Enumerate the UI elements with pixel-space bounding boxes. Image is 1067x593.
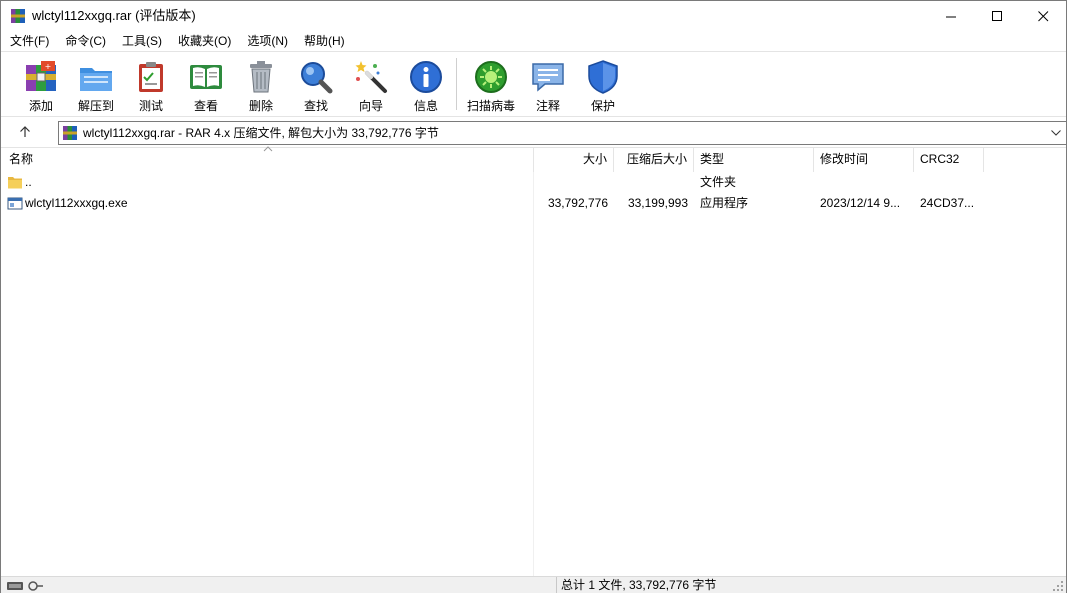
status-divider (556, 577, 557, 593)
winrar-app-icon (11, 9, 25, 23)
test-button[interactable]: 测试 (123, 57, 179, 115)
virus-scan-icon (475, 61, 507, 93)
svg-text:+: + (45, 62, 52, 71)
file-crc: 24CD37... (920, 196, 975, 210)
wizard-button[interactable]: 向导 (343, 57, 399, 115)
list-header: 名称 大小 压缩后大小 类型 修改时间 CRC32 (1, 146, 1066, 172)
virus-scan-button[interactable]: 扫描病毒 (463, 57, 519, 115)
resize-grip-icon[interactable] (1052, 580, 1064, 592)
title-bar[interactable]: wlctyl112xxgq.rar (评估版本) (1, 1, 1066, 31)
info-label: 信息 (413, 99, 438, 113)
file-crc (920, 172, 982, 193)
rar-archive-icon (63, 126, 77, 140)
minimize-icon (945, 16, 956, 17)
add-button[interactable]: + 添加 (13, 57, 69, 115)
maximize-button[interactable] (974, 1, 1020, 31)
menu-commands[interactable]: 命令(C) (56, 31, 113, 51)
magic-wand-icon (355, 61, 387, 93)
chevron-down-icon (1051, 130, 1061, 136)
column-header-packed[interactable]: 压缩后大小 (614, 148, 694, 172)
column-header-name[interactable]: 名称 (3, 148, 534, 172)
column-header-size[interactable]: 大小 (534, 148, 614, 172)
info-icon (410, 61, 442, 93)
maximize-icon (991, 10, 1002, 21)
menu-help[interactable]: 帮助(H) (295, 31, 352, 51)
magnifier-icon (301, 62, 333, 94)
menu-bar: 文件(F) 命令(C) 工具(S) 收藏夹(O) 选项(N) 帮助(H) (1, 31, 1066, 51)
winrar-window: wlctyl112xxgq.rar (评估版本) 文件(F) 命令(C) 工具(… (0, 0, 1067, 593)
add-archive-icon: + (26, 61, 56, 91)
delete-button[interactable]: 删除 (233, 57, 289, 115)
address-path: wlctyl112xxgq.rar - RAR 4.x 压缩文件, 解包大小为 … (83, 126, 439, 140)
close-icon (1037, 10, 1048, 21)
test-clipboard-icon (139, 62, 163, 92)
trash-icon (250, 61, 272, 93)
file-type: 文件夹 (700, 175, 737, 189)
file-packed-size (614, 172, 688, 193)
address-row: wlctyl112xxgq.rar - RAR 4.x 压缩文件, 解包大小为 … (1, 116, 1067, 146)
protect-button[interactable]: 保护 (575, 57, 631, 115)
view-book-icon (190, 65, 222, 89)
menu-tools[interactable]: 工具(S) (113, 31, 169, 51)
info-button[interactable]: 信息 (398, 57, 454, 115)
shield-icon (588, 60, 618, 94)
up-folder-button[interactable] (11, 122, 39, 142)
file-name: wlctyl112xxxgq.exe (25, 196, 128, 210)
file-modified (820, 172, 912, 193)
file-rows: .. 文件夹 wlctyl112xxxgq.exe 33,792,776 33,… (1, 172, 1066, 214)
column-divider (533, 172, 534, 577)
window-title: wlctyl112xxgq.rar (评估版本) (32, 8, 196, 23)
column-header-crc[interactable]: CRC32 (914, 148, 984, 172)
address-dropdown-button[interactable] (1046, 122, 1066, 144)
file-modified: 2023/12/14 9... (820, 196, 901, 210)
minimize-button[interactable] (928, 1, 974, 31)
file-list[interactable]: 名称 大小 压缩后大小 类型 修改时间 CRC32 .. 文件夹 wlctyl1… (1, 146, 1066, 577)
view-button[interactable]: 查看 (178, 57, 234, 115)
close-button[interactable] (1020, 1, 1066, 31)
status-bar: 总计 1 文件, 33,792,776 字节 (1, 576, 1066, 593)
file-type: 应用程序 (700, 196, 749, 210)
file-size: 33,792,776 (547, 196, 608, 210)
menu-favorites[interactable]: 收藏夹(O) (169, 31, 238, 51)
status-summary: 总计 1 文件, 33,792,776 字节 (561, 578, 717, 592)
drive-key-icon[interactable] (7, 579, 47, 592)
address-combobox[interactable]: wlctyl112xxgq.rar - RAR 4.x 压缩文件, 解包大小为 … (58, 121, 1067, 145)
table-row-exe[interactable]: wlctyl112xxxgq.exe 33,792,776 33,199,993… (1, 193, 1066, 214)
arrow-up-icon (20, 126, 30, 137)
column-header-modified[interactable]: 修改时间 (814, 148, 914, 172)
find-button[interactable]: 查找 (288, 57, 344, 115)
column-header-type[interactable]: 类型 (694, 148, 814, 172)
comment-icon (532, 63, 564, 92)
menu-options[interactable]: 选项(N) (238, 31, 295, 51)
file-packed-size: 33,199,993 (627, 196, 688, 210)
toolbar: + 添加 解压到 测试 查看 删除 查找 向导 信息 扫描病毒 注释 保护 (1, 51, 1066, 116)
exe-file-icon (7, 197, 23, 210)
file-size (534, 172, 608, 193)
comment-button[interactable]: 注释 (520, 57, 576, 115)
menu-file[interactable]: 文件(F) (1, 31, 56, 51)
extract-folder-icon (80, 68, 112, 91)
extract-to-button[interactable]: 解压到 (68, 57, 124, 115)
table-row-parent-folder[interactable]: .. 文件夹 (1, 172, 1066, 193)
protect-label: 保护 (590, 99, 615, 113)
folder-icon (8, 177, 22, 189)
file-name: .. (25, 175, 32, 189)
